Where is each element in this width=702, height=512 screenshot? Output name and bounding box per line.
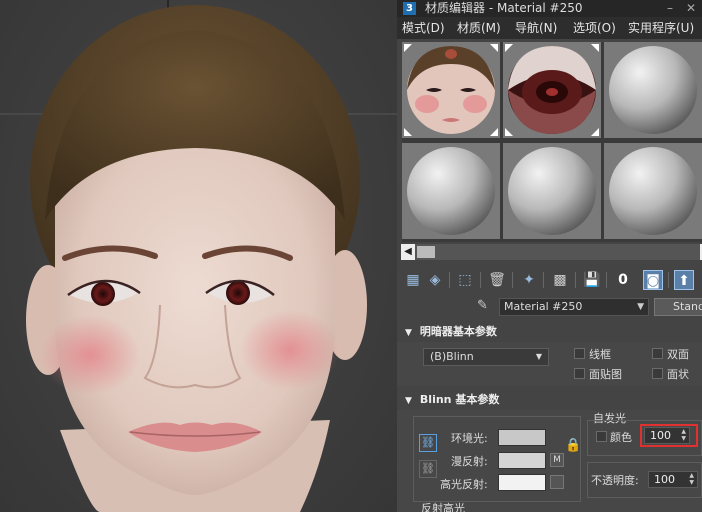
head-render (0, 0, 397, 512)
faceted-label: 面状 (667, 368, 689, 381)
wire-checkbox[interactable] (574, 348, 585, 359)
sample-slots (402, 42, 702, 242)
put-to-scene-icon[interactable]: ◈ (425, 270, 445, 290)
slots-scrollbar[interactable]: ◀ ▶ (401, 244, 702, 260)
diffuse-color-swatch[interactable] (498, 452, 546, 469)
face-map-label: 面贴图 (589, 368, 622, 381)
two-sided-label: 双面 (667, 348, 689, 361)
ambient-label: 环境光: (451, 432, 488, 445)
ambient-color-swatch[interactable] (498, 429, 546, 446)
delete-icon[interactable]: 🗑 (487, 270, 507, 290)
app-icon: 3 (403, 2, 416, 15)
specular-highlights-label: 反射高光 (421, 502, 465, 512)
material-type-button[interactable]: Standard (654, 298, 702, 316)
title-bar[interactable]: 3 材质编辑器 - Material #250 – ✕ (397, 0, 702, 17)
self-illum-color-checkbox[interactable] (596, 431, 607, 442)
shader-rollout-panel: (B)Blinn ▼ 线框 双面 面贴图 面状 (397, 342, 702, 386)
sample-slot-eye[interactable] (503, 42, 601, 138)
highlight-box (640, 424, 698, 447)
menu-mode[interactable]: 模式(D) (402, 17, 445, 39)
window-title: 材质编辑器 - Material #250 (425, 1, 583, 15)
show-in-viewport-icon[interactable]: ◙ (643, 270, 663, 290)
checker-icon[interactable]: ▩ (550, 270, 570, 290)
get-material-icon[interactable]: ▦ (403, 270, 423, 290)
chevron-down-icon: ▼ (637, 302, 644, 312)
shader-rollout-header[interactable]: ▼ 明暗器基本参数 (399, 323, 702, 341)
sample-slot-face[interactable] (402, 42, 500, 138)
viewport[interactable] (0, 0, 397, 512)
close-icon[interactable]: ✕ (681, 0, 701, 17)
sample-slot-3[interactable] (604, 42, 702, 138)
opacity-spinner[interactable]: 100 ▲ ▼ (648, 471, 698, 488)
sample-slot-5[interactable] (503, 143, 601, 239)
sample-slot-4[interactable] (402, 143, 500, 239)
save-icon[interactable]: 💾 (582, 270, 602, 290)
face-map-checkbox[interactable] (574, 368, 585, 379)
faceted-checkbox[interactable] (652, 368, 663, 379)
make-unique-icon[interactable]: ✦ (519, 270, 539, 290)
collapse-icon: ▼ (405, 396, 412, 406)
lock-icon[interactable]: 🔒 (565, 438, 581, 453)
menu-bar: 模式(D) 材质(M) 导航(N) 选项(O) 实用程序(U) (397, 17, 702, 39)
opacity-label: 不透明度: (591, 474, 639, 487)
collapse-icon: ▼ (405, 328, 412, 338)
eyedropper-icon[interactable]: ✎ (477, 298, 488, 313)
menu-options[interactable]: 选项(O) (573, 17, 616, 39)
self-illum-color-label: 颜色 (610, 431, 632, 444)
two-sided-checkbox[interactable] (652, 348, 663, 359)
specular-map-button[interactable] (550, 475, 564, 489)
scroll-left-icon[interactable]: ◀ (401, 244, 415, 260)
shader-type-dropdown[interactable]: (B)Blinn ▼ (423, 348, 549, 366)
go-forward-icon[interactable]: ▸ (696, 270, 702, 290)
menu-utilities[interactable]: 实用程序(U) (628, 17, 694, 39)
scroll-thumb[interactable] (417, 246, 435, 258)
editor-toolbar: ▦ ◈ ⬚ 🗑 ✦ ▩ 💾 0 ◙ ⬆ ▸ (397, 264, 702, 296)
material-name-row: ✎ Material #250 ▼ Standard (397, 296, 702, 320)
spinner-arrows-icon[interactable]: ▲ ▼ (689, 472, 694, 486)
minimize-icon[interactable]: – (660, 0, 680, 17)
link-icon[interactable]: ⛓ (419, 460, 437, 478)
specular-color-swatch[interactable] (498, 474, 546, 491)
go-to-parent-icon[interactable]: ⬆ (674, 270, 694, 290)
diffuse-label: 漫反射: (451, 455, 488, 468)
chevron-down-icon: ▼ (535, 352, 542, 361)
diffuse-map-button[interactable]: M (550, 453, 564, 467)
menu-navigation[interactable]: 导航(N) (515, 17, 557, 39)
menu-material[interactable]: 材质(M) (457, 17, 501, 39)
wire-label: 线框 (589, 348, 611, 361)
sample-slot-6[interactable] (604, 143, 702, 239)
material-id-icon[interactable]: 0 (613, 270, 633, 290)
assign-to-selection-icon[interactable]: ⬚ (455, 270, 475, 290)
specular-label: 高光反射: (440, 478, 488, 491)
blinn-rollout-header[interactable]: ▼ Blinn 基本参数 (399, 391, 702, 409)
material-name-field[interactable]: Material #250 ▼ (499, 298, 649, 316)
lock-ambient-diffuse-icon[interactable]: ⛓ (419, 434, 437, 452)
